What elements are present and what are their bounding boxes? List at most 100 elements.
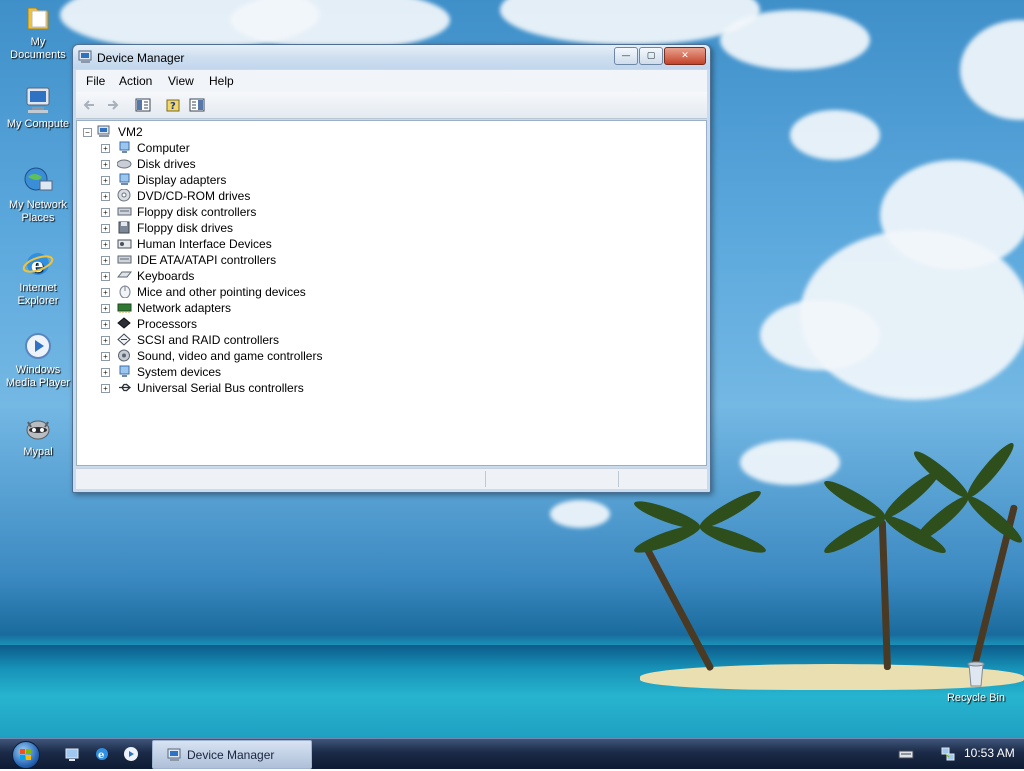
desktop-icon-recycle-bin[interactable]: Recycle Bin <box>938 658 1014 705</box>
tree-item-network-adapters[interactable]: + Network adapters <box>77 300 697 316</box>
tree-item-system-devices[interactable]: + System devices <box>77 364 697 380</box>
keyboard-tray-icon[interactable] <box>898 746 914 762</box>
desktop-icon-label: Documents <box>10 49 66 61</box>
expand-icon[interactable]: + <box>101 160 110 169</box>
menu-view[interactable]: View <box>168 74 194 88</box>
desktop-icon-label: My <box>30 36 46 48</box>
tree-item-label: Disk drives <box>137 157 196 171</box>
desktop-icon-label: My Compute <box>6 118 70 130</box>
sound-icon <box>117 349 132 362</box>
expand-icon[interactable]: + <box>101 224 110 233</box>
tree-item-label: System devices <box>137 365 222 379</box>
mouse-icon <box>117 285 132 299</box>
window-title: Device Manager <box>97 51 185 65</box>
tree-item-processors[interactable]: + Processors <box>77 316 697 332</box>
close-button[interactable]: ✕ <box>664 47 706 65</box>
clock[interactable]: 10:53 AM <box>964 746 1015 760</box>
processor-icon <box>117 317 132 330</box>
tree-root[interactable]: − VM2 <box>77 124 697 140</box>
desktop-icon-label: Windows <box>15 364 61 376</box>
tree-item-sound-video-game-controllers[interactable]: + Sound, video and game controllers <box>77 348 697 364</box>
title-bar[interactable]: Device Manager — ▢ ✕ <box>73 45 710 69</box>
desktop-icon-mypal[interactable]: Mypal <box>0 412 76 459</box>
tree-item-label: Mice and other pointing devices <box>137 285 306 299</box>
desktop-icon-network-places[interactable]: My Network Places <box>0 165 76 225</box>
expand-icon[interactable]: + <box>101 336 110 345</box>
tree-item-display-adapters[interactable]: + Display adapters <box>77 172 697 188</box>
floppy-drive-icon <box>117 221 132 234</box>
tree-item-floppy-disk-drives[interactable]: + Floppy disk drives <box>77 220 697 236</box>
cloud <box>550 500 610 528</box>
palm-frond <box>963 491 1024 548</box>
status-divider <box>618 471 619 487</box>
menu-file[interactable]: File <box>86 74 105 88</box>
network-adapter-icon <box>117 301 132 314</box>
tree-item-label: Keyboards <box>137 269 195 283</box>
cloud <box>720 10 870 70</box>
taskbar-item-device-manager[interactable]: Device Manager <box>152 740 312 769</box>
properties-icon[interactable] <box>189 97 205 113</box>
menu-bar: File Action View Help <box>76 70 707 92</box>
tree-item-keyboards[interactable]: + Keyboards <box>77 268 697 284</box>
expand-icon[interactable]: + <box>101 304 110 313</box>
svg-text:e: e <box>98 750 104 761</box>
device-manager-window[interactable]: Device Manager — ▢ ✕ File Action View He… <box>72 44 711 493</box>
tree-item-ide-ata-atapi-controllers[interactable]: + IDE ATA/ATAPI controllers <box>77 252 697 268</box>
expand-icon[interactable]: + <box>101 384 110 393</box>
tree-item-scsi-raid-controllers[interactable]: + SCSI and RAID controllers <box>77 332 697 348</box>
tree-item-computer[interactable]: + Computer <box>77 140 697 156</box>
show-desktop-icon[interactable] <box>64 746 80 762</box>
forward-icon[interactable] <box>104 97 120 113</box>
desktop-icon-label: Media Player <box>5 377 71 389</box>
tree-item-usb-controllers[interactable]: + Universal Serial Bus controllers <box>77 380 697 396</box>
device-manager-icon <box>167 747 183 763</box>
desktop-icon-windows-media-player[interactable]: Windows Media Player <box>0 330 76 390</box>
expand-icon[interactable]: + <box>101 176 110 185</box>
tree-item-label: Computer <box>137 141 190 155</box>
cloud <box>740 440 840 485</box>
network-places-icon <box>22 165 54 197</box>
expand-icon[interactable]: + <box>101 288 110 297</box>
device-tree[interactable]: − VM2 + Computer + Disk drives + Display… <box>76 120 707 466</box>
status-bar <box>76 468 707 489</box>
show-hide-tree-icon[interactable] <box>135 97 151 113</box>
tree-item-human-interface-devices[interactable]: + Human Interface Devices <box>77 236 697 252</box>
expand-icon[interactable]: + <box>101 272 110 281</box>
help-icon[interactable]: ? <box>166 97 182 113</box>
tree-item-label: Display adapters <box>137 173 227 187</box>
computer-icon <box>22 84 54 116</box>
desktop-icon-my-documents[interactable]: My Documents <box>0 2 76 62</box>
expand-icon[interactable]: + <box>101 352 110 361</box>
display-adapter-icon <box>117 173 132 186</box>
minimize-button[interactable]: — <box>614 47 638 65</box>
desktop-icon-my-computer[interactable]: My Compute <box>0 84 76 131</box>
device-manager-icon <box>78 49 94 65</box>
collapse-icon[interactable]: − <box>83 128 92 137</box>
expand-icon[interactable]: + <box>101 192 110 201</box>
expand-icon[interactable]: + <box>101 240 110 249</box>
tree-item-label: DVD/CD-ROM drives <box>137 189 251 203</box>
ide-controller-icon <box>117 253 132 266</box>
back-icon[interactable] <box>82 97 98 113</box>
menu-help[interactable]: Help <box>209 74 234 88</box>
expand-icon[interactable]: + <box>101 208 110 217</box>
mypal-icon <box>22 412 54 444</box>
expand-icon[interactable]: + <box>101 144 110 153</box>
expand-icon[interactable]: + <box>101 368 110 377</box>
tree-item-label: IDE ATA/ATAPI controllers <box>137 253 277 267</box>
tree-item-disk-drives[interactable]: + Disk drives <box>77 156 697 172</box>
network-tray-icon[interactable] <box>940 746 956 762</box>
expand-icon[interactable]: + <box>101 320 110 329</box>
start-button[interactable] <box>12 741 40 769</box>
tree-item-floppy-disk-controllers[interactable]: + Floppy disk controllers <box>77 204 697 220</box>
tree-item-dvd-cd-rom-drives[interactable]: + DVD/CD-ROM drives <box>77 188 697 204</box>
maximize-button[interactable]: ▢ <box>639 47 663 65</box>
palm-frond <box>909 491 973 548</box>
internet-explorer-icon[interactable]: e <box>94 746 110 762</box>
desktop-icon-internet-explorer[interactable]: e Internet Explorer <box>0 248 76 308</box>
expand-icon[interactable]: + <box>101 256 110 265</box>
menu-action[interactable]: Action <box>119 74 152 88</box>
tree-item-mice[interactable]: + Mice and other pointing devices <box>77 284 697 300</box>
media-player-icon[interactable] <box>123 746 139 762</box>
desktop-icon-label: Explorer <box>17 295 59 307</box>
